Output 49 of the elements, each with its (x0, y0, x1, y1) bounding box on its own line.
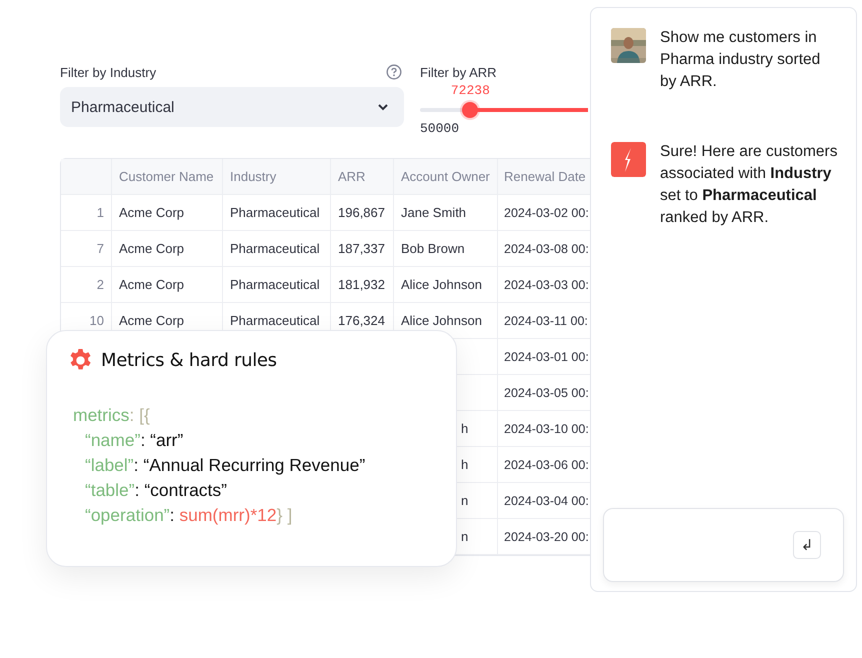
table-cell: Jane Smith (394, 195, 498, 230)
code-line: “operation”: sum(mrr)*12} ] (84, 504, 294, 527)
table-cell: Pharmaceutical (223, 231, 331, 266)
column-header[interactable]: Industry (223, 159, 331, 194)
table-cell-text: 2024-03-11 00: (503, 312, 589, 330)
bolt-logo-icon (611, 142, 646, 177)
slider-value: 72238 (450, 83, 490, 98)
chat-message: Show me customers in Pharma industry sorted by ARR. (660, 28, 822, 92)
slider-thumb[interactable] (462, 102, 478, 118)
table-cell-text: 2024-03-02 00: (503, 204, 590, 222)
code-line: metrics: [{ (73, 404, 151, 427)
column-header[interactable]: Account Owner (394, 159, 498, 194)
chat-input-field[interactable]: ↲ (603, 508, 844, 582)
column-header[interactable]: ARR (331, 159, 394, 194)
slider-min-label: 50000 (420, 121, 460, 136)
code-line: “table”: “contracts” (84, 479, 228, 502)
column-header[interactable]: Renewal Date (498, 159, 590, 194)
code-line: “name”: “arr” (84, 429, 184, 452)
table-cell: 181,932 (331, 267, 394, 302)
row-index: 2 (61, 267, 112, 302)
table-cell: Pharmaceutical (223, 195, 331, 230)
table-cell: Pharmaceutical (223, 267, 331, 302)
table-cell: Bob Brown (394, 231, 498, 266)
table-cell-text: 2024-03-01 00: (503, 348, 590, 366)
column-header[interactable]: Customer Name (112, 159, 223, 194)
table-cell-text: 2024-03-06 00: (503, 456, 590, 474)
row-index: 7 (61, 231, 112, 266)
table-cell-text: 2024-03-20 00: (503, 528, 590, 546)
table-cell: 187,337 (331, 231, 394, 266)
row-index: 1 (61, 195, 112, 230)
enter-key-button[interactable]: ↲ (793, 531, 821, 559)
chat-message: Sure! Here are customers associated with Industry set to Pharmaceutical ranked by ARR. (660, 142, 838, 228)
table-cell-text: 2024-03-10 00: (503, 420, 590, 438)
table-cell-text: 2024-03-08 00: (503, 240, 590, 258)
table-cell: Acme Corp (112, 195, 223, 230)
table-cell: Acme Corp (112, 231, 223, 266)
table-cell-text: 2024-03-04 00: (503, 492, 590, 510)
help-icon[interactable] (386, 64, 402, 80)
filter-label: Filter by ARR (420, 64, 497, 80)
industry-dropdown[interactable]: Pharmaceutical (60, 87, 404, 127)
table-cell: Acme Corp (112, 267, 223, 302)
filter-label: Filter by Industry (60, 64, 156, 80)
code-line: “label”: “Annual Recurring Revenue” (84, 454, 366, 477)
card-title: Metrics & hard rules (101, 350, 277, 371)
arr-slider[interactable] (420, 100, 588, 120)
table-cell: Alice Johnson (394, 267, 498, 302)
table-cell: 196,867 (331, 195, 394, 230)
table-cell-text: 2024-03-03 00: (503, 276, 590, 294)
table-cell-text: 2024-03-05 00: (503, 384, 590, 402)
